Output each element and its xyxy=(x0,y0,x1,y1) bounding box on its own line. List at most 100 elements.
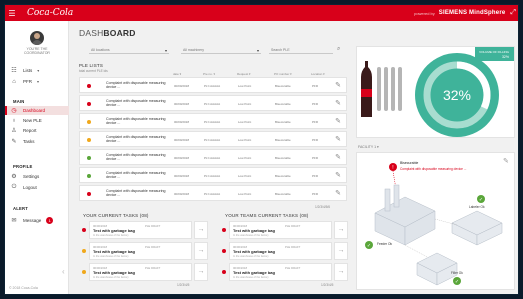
row-request: Low Point xyxy=(238,120,252,124)
task-status: PLE DRAFT xyxy=(145,266,161,270)
arrow-right-icon[interactable]: → xyxy=(194,263,208,281)
row-description: Complaint with disposable measuring devi… xyxy=(106,171,166,180)
user-name: YOU'RE THE COORDINATOR xyxy=(24,47,50,55)
status-dot xyxy=(222,228,226,232)
avatar[interactable] xyxy=(30,31,44,45)
sidebar-item-dashboard[interactable]: ◷ Dashboard xyxy=(5,106,69,115)
col-request[interactable]: Request ▾ xyxy=(237,72,251,76)
col-pre-no[interactable]: Pre no. ▾ xyxy=(203,72,215,76)
edit-icon[interactable]: ✎ xyxy=(335,81,341,89)
machinery-filter[interactable]: All machinery ▾ xyxy=(181,47,261,54)
arrow-right-icon[interactable]: → xyxy=(194,221,208,239)
bottles-graphic xyxy=(361,61,402,117)
table-row[interactable]: Complaint with disposable measuring devi… xyxy=(79,185,347,201)
sidebar-item-settings[interactable]: ⚙ Settings xyxy=(5,172,69,181)
arrow-right-icon[interactable]: → xyxy=(334,242,348,260)
row-location: PFR xyxy=(312,174,318,178)
edit-icon[interactable]: ✎ xyxy=(335,153,341,161)
row-description: Complaint with disposable measuring devi… xyxy=(106,81,166,90)
arrow-right-icon[interactable]: → xyxy=(334,263,348,281)
team-tasks-pagination[interactable]: 1/2/3/4/5 xyxy=(321,283,333,287)
arrow-right-icon[interactable]: → xyxy=(194,242,208,260)
search-icon[interactable]: ⌕ xyxy=(337,46,340,53)
edit-icon[interactable]: ✎ xyxy=(335,171,341,179)
status-dot xyxy=(87,192,91,196)
svg-text:!: ! xyxy=(392,165,393,171)
task-card[interactable]: 00/00/2018 PLE DRAFT Test with garbage bag… xyxy=(221,221,348,239)
edit-icon[interactable]: ✎ xyxy=(335,189,341,197)
sidebar-item-report[interactable]: ♙ Report xyxy=(5,126,69,135)
col-po-number[interactable]: PO number ▾ xyxy=(274,72,292,76)
sidebar: YOU'RE THE COORDINATOR ☷ Lists ▾ ⌂ PFR ▾… xyxy=(5,21,69,294)
col-location[interactable]: Location ▾ xyxy=(311,72,325,76)
row-pre-no: PLY-AAAAA xyxy=(204,156,221,160)
task-card[interactable]: 00/00/2018 PLE DRAFT Test with garbage bag… xyxy=(81,263,208,281)
alert-header: ALERT xyxy=(13,206,28,211)
expand-icon[interactable]: ⤢ xyxy=(510,9,516,17)
bulb-icon: ♁ xyxy=(11,117,17,124)
edit-icon[interactable]: ✎ xyxy=(335,135,341,143)
row-date: 00/00/2018 xyxy=(174,138,190,142)
search-input[interactable]: Search PLE xyxy=(269,47,333,54)
factory-icon: ⌂ xyxy=(12,78,16,85)
col-date[interactable]: date ▾ xyxy=(173,72,181,76)
task-card[interactable]: 00/00/2018 PLE DRAFT Test with garbage bag… xyxy=(81,242,208,260)
task-subtitle: In the warehouse of the factory xyxy=(233,276,269,279)
main-header: MAIN xyxy=(13,99,25,104)
list-icon: ☷ xyxy=(11,68,17,74)
current-tasks-pagination[interactable]: 1/2/3/4/5 xyxy=(177,283,189,287)
location-filter[interactable]: All locations ▾ xyxy=(89,47,169,54)
table-row[interactable]: Complaint with disposable measuring devi… xyxy=(79,149,347,165)
row-location: PFR xyxy=(312,102,318,106)
tank-percent: 32% xyxy=(443,87,471,103)
sidebar-item-new-ple[interactable]: ♁ New PLE xyxy=(5,116,69,125)
task-card[interactable]: 00/00/2018 PLE DRAFT Test with garbage bag… xyxy=(221,242,348,260)
task-title: Test with garbage bag xyxy=(233,249,275,254)
status-dot xyxy=(87,174,91,178)
edit-icon[interactable]: ✎ xyxy=(335,99,341,107)
task-card-body[interactable]: 00/00/2018 PLE DRAFT Test with garbage bag… xyxy=(229,263,332,281)
status-dot xyxy=(87,102,91,106)
app-name: SIEMENS MindSphere xyxy=(438,10,506,16)
sidebar-item-pfr[interactable]: ⌂ PFR ▾ xyxy=(5,77,69,86)
brand-logo: Coca-Cola xyxy=(27,8,74,18)
task-card-body[interactable]: 00/00/2018 PLE DRAFT Test with garbage bag… xyxy=(89,242,192,260)
task-card-body[interactable]: 00/00/2018 PLE DRAFT Test with garbage bag… xyxy=(229,242,332,260)
tank-corner-label: VOLUME OF FILLING xyxy=(479,50,510,54)
task-card-body[interactable]: 00/00/2018 PLE DRAFT Test with garbage bag… xyxy=(229,221,332,239)
edit-icon: ✎ xyxy=(503,158,509,165)
task-card-body[interactable]: 00/00/2018 PLE DRAFT Test with garbage bag… xyxy=(89,221,192,239)
current-tasks-title: YOUR CURRENT TASKS (08) xyxy=(83,213,149,218)
team-tasks-title: YOUR TEAMS CURRENT TASKS (08) xyxy=(225,213,309,218)
table-row[interactable]: Complaint with disposable measuring devi… xyxy=(79,113,347,129)
alert-title: Bisecurable xyxy=(400,161,418,165)
labeler-building xyxy=(451,210,503,246)
task-title: Test with garbage bag xyxy=(233,228,275,233)
svg-text:✓: ✓ xyxy=(455,279,459,285)
sidebar-item-lists[interactable]: ☷ Lists ▾ xyxy=(5,66,69,75)
row-date: 00/00/2018 xyxy=(174,120,190,124)
hamburger-icon[interactable]: ☰ xyxy=(5,5,19,21)
sidebar-item-message[interactable]: ✉ Message 1 xyxy=(5,216,69,225)
task-card[interactable]: 00/00/2018 PLE DRAFT Test with garbage bag… xyxy=(221,263,348,281)
sidebar-item-logout[interactable]: ⏻ Logout xyxy=(5,183,69,192)
row-date: 00/00/2018 xyxy=(174,192,190,196)
status-dot xyxy=(87,120,91,124)
task-title: Test with garbage bag xyxy=(93,228,135,233)
task-status: PLE DRAFT xyxy=(285,224,301,228)
arrow-right-icon[interactable]: → xyxy=(334,221,348,239)
message-icon: ✉ xyxy=(11,218,17,224)
ple-pagination[interactable]: 1/2/3/4/5/6 xyxy=(315,205,330,209)
table-row[interactable]: Complaint with disposable measuring devi… xyxy=(79,131,347,147)
facility-selector[interactable]: FACILITY 1 ▾ xyxy=(358,145,379,149)
table-row[interactable]: Complaint with disposable measuring devi… xyxy=(79,95,347,111)
task-card[interactable]: 00/00/2018 PLE DRAFT Test with garbage bag… xyxy=(81,221,208,239)
edit-icon[interactable]: ✎ xyxy=(335,117,341,125)
svg-text:✓: ✓ xyxy=(367,243,371,249)
table-row[interactable]: Complaint with disposable measuring devi… xyxy=(79,167,347,183)
status-dot xyxy=(82,228,86,232)
sidebar-item-tasks[interactable]: ✎ Tasks xyxy=(5,137,69,146)
task-card-body[interactable]: 00/00/2018 PLE DRAFT Test with garbage bag… xyxy=(89,263,192,281)
collapse-sidebar-icon[interactable]: ‹ xyxy=(62,267,65,276)
table-row[interactable]: Complaint with disposable measuring devi… xyxy=(79,77,347,93)
